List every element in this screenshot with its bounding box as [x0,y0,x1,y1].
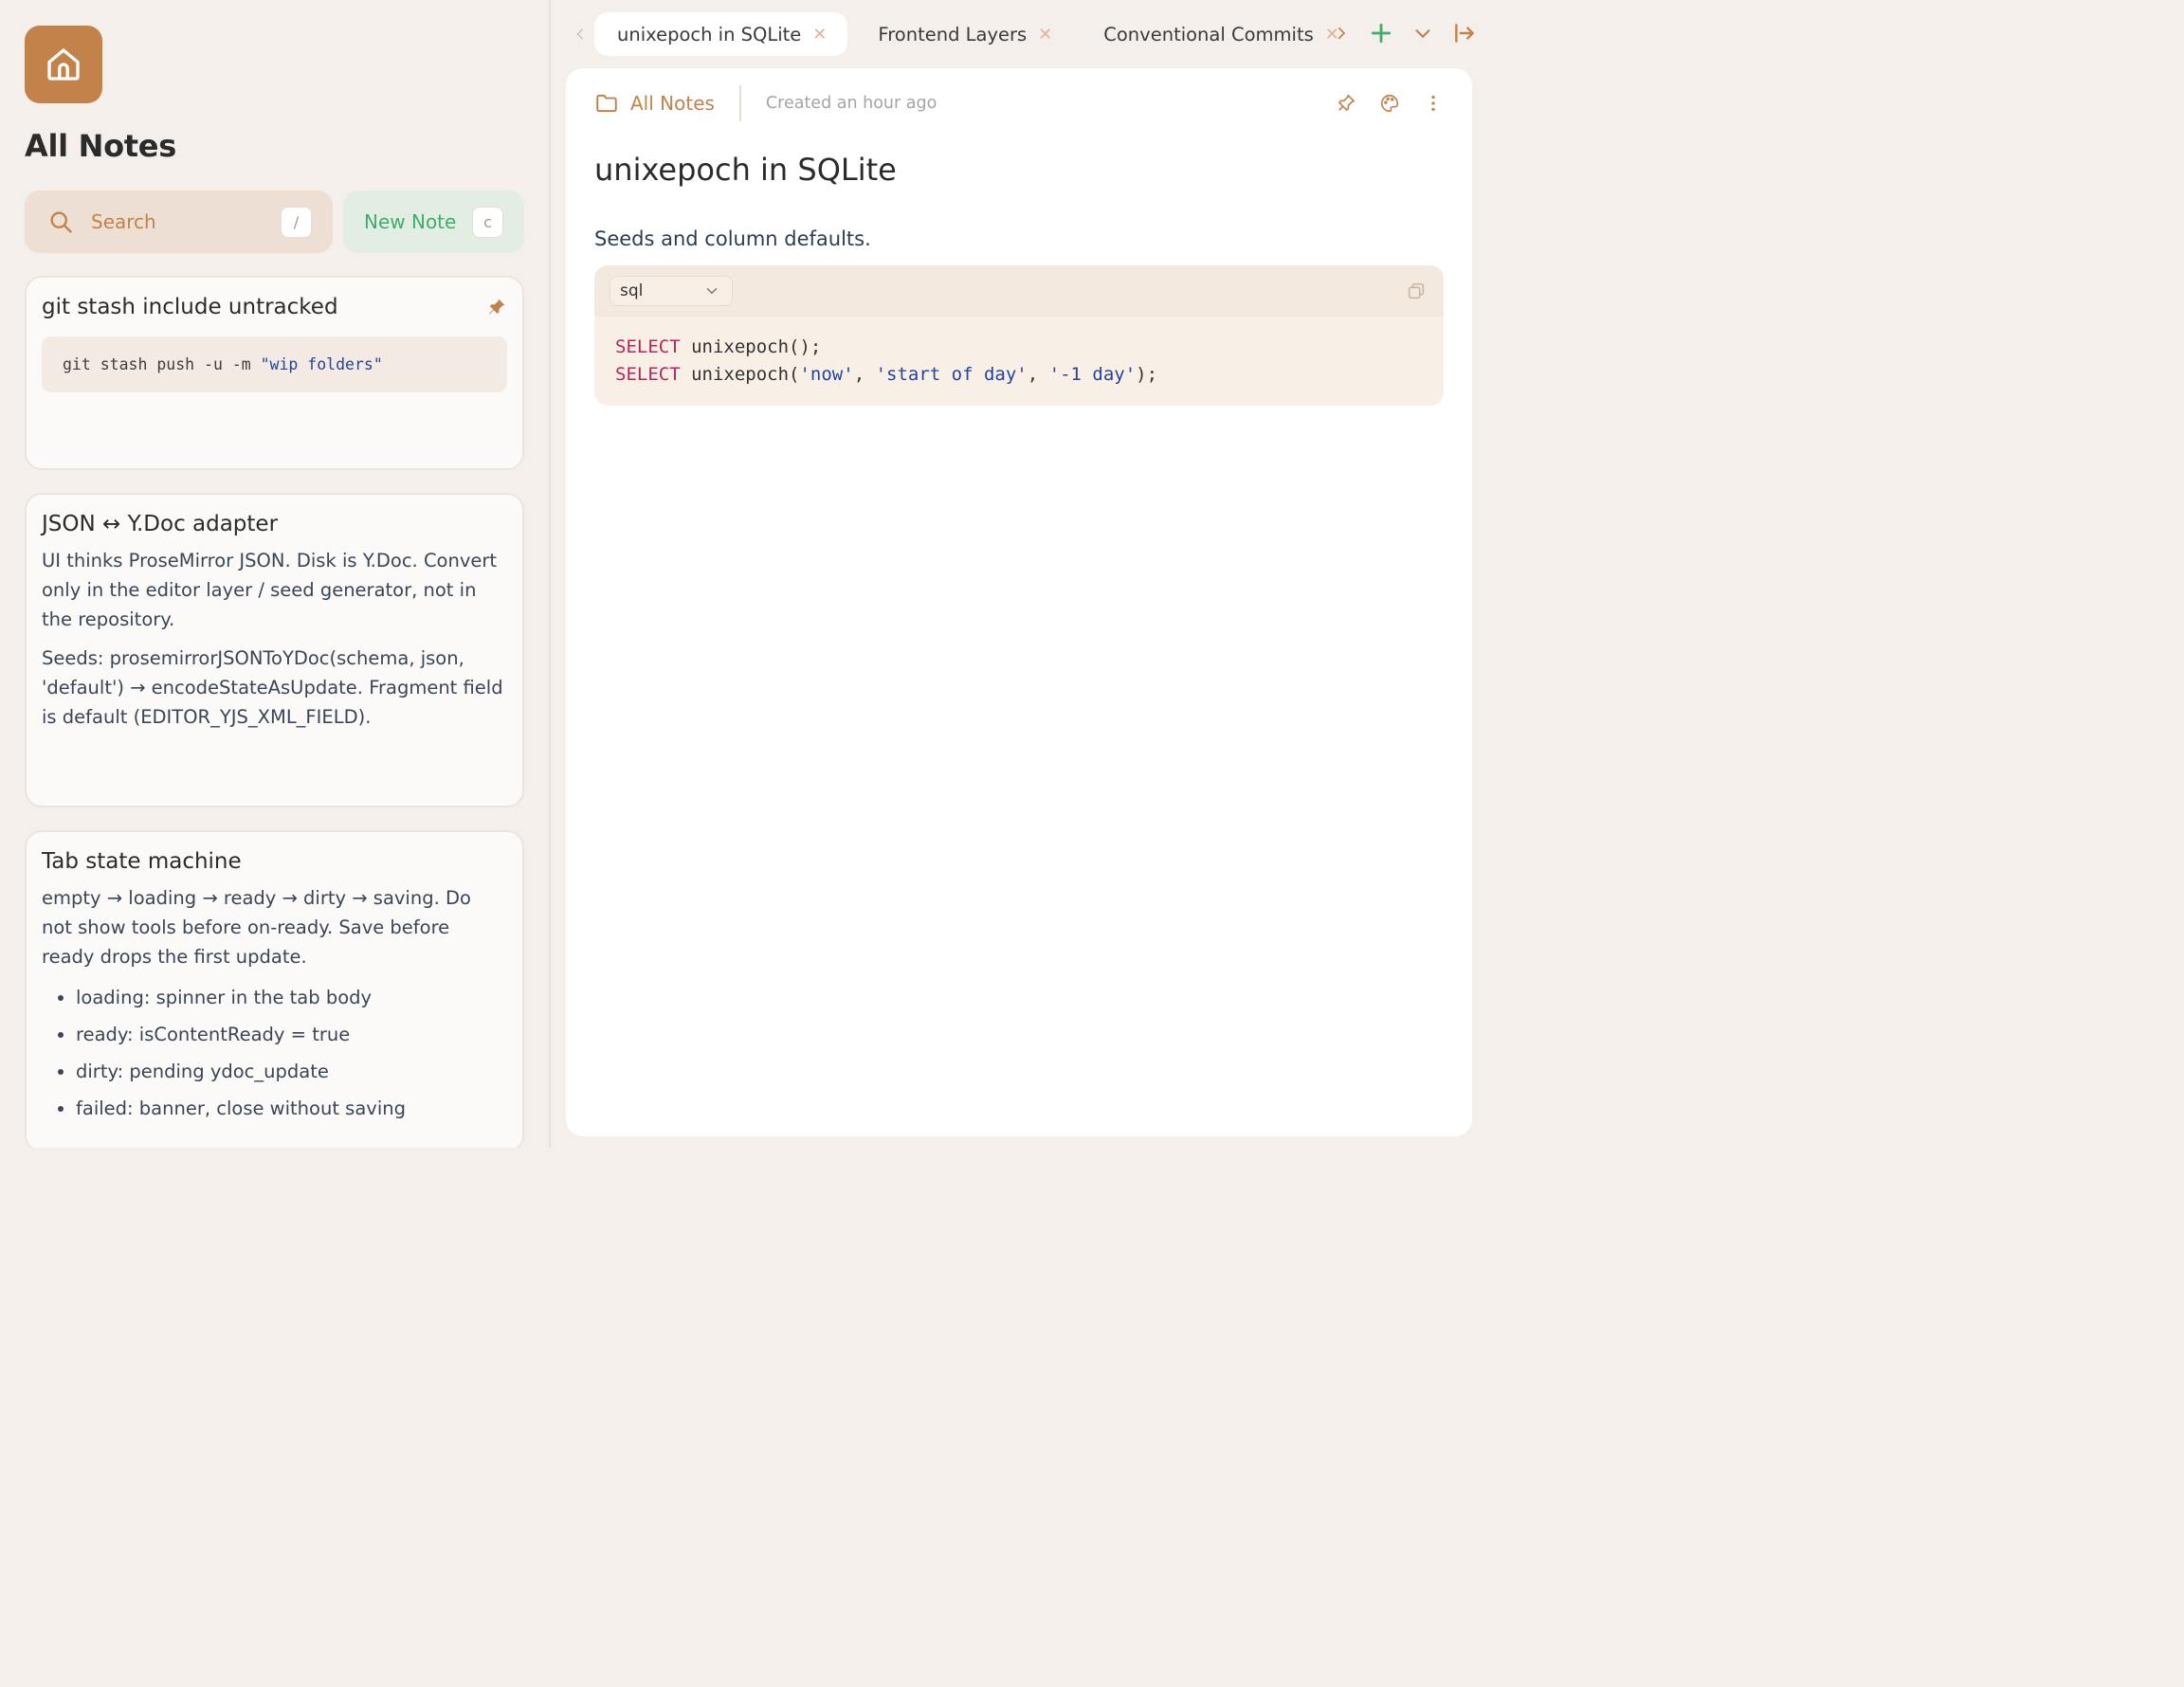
tab-label: unixepoch in SQLite [617,23,802,45]
code-block[interactable]: sql SELECT unixepoch(); SELECT unixepoch… [594,265,1444,406]
search-icon [50,211,72,233]
sidebar-title: All Notes [25,128,176,164]
main-area: unixepoch in SQLite ✕ Frontend Layers ✕ … [551,0,1486,1148]
note-title[interactable]: unixepoch in SQLite [594,152,1444,188]
home-icon [47,48,80,81]
note-tools [1336,93,1444,114]
new-note-button[interactable]: New Note c [343,190,524,253]
tab-close-icon[interactable]: ✕ [1038,25,1052,45]
chevron-down-icon[interactable] [1412,23,1433,44]
note-paragraph[interactable]: Seeds and column defaults. [594,227,1444,250]
pin-icon[interactable] [1336,93,1356,114]
sidebar: All Notes Search / New Note c git stash … [0,0,551,1148]
list-item: ready: isContentReady = true [76,1016,507,1053]
breadcrumb[interactable]: All Notes [594,91,715,116]
tab-label: Conventional Commits [1103,23,1314,45]
tab-frontend-layers[interactable]: Frontend Layers ✕ [855,12,1073,56]
list-item: dirty: pending ydoc_update [76,1053,507,1090]
note-card-text: empty → loading → ready → dirty → saving… [42,887,471,968]
note-card-text: UI thinks ProseMirror JSON. Disk is Y.Do… [42,550,498,630]
note-card-title: Tab state machine [42,849,242,874]
tab-unixepoch[interactable]: unixepoch in SQLite ✕ [594,12,848,56]
breadcrumb-label: All Notes [630,92,715,115]
tab-label: Frontend Layers [878,23,1028,45]
tab-close-icon[interactable]: ✕ [812,25,827,45]
more-vertical-icon[interactable] [1423,93,1444,114]
created-timestamp: Created an hour ago [765,94,937,113]
new-note-shortcut-badge: c [472,206,503,238]
copy-icon[interactable] [1406,281,1427,301]
note-card[interactable]: git stash include untracked git stash pu… [25,276,524,470]
language-select[interactable]: sql [610,276,733,306]
pin-filled-icon [489,299,505,315]
search-button[interactable]: Search / [25,190,333,253]
tab-conventional-commits[interactable]: Conventional Commits ✕ [1081,12,1360,56]
folder-icon [596,94,617,113]
code-block-header: sql [594,265,1444,317]
note-panel: All Notes Created an hour ago unixepoch … [566,68,1472,1136]
note-card[interactable]: JSON ↔ Y.Doc adapter UI thinks ProseMirr… [25,493,524,807]
note-card-code: git stash push -u -m "wip folders" [42,336,507,392]
note-card[interactable]: Tab state machine empty → loading → read… [25,830,524,1148]
note-card-title: git stash include untracked [42,295,338,319]
note-card-text: Seeds: prosemirrorJSONToYDoc(schema, jso… [42,647,503,728]
language-select-value: sql [620,281,644,300]
new-note-label: New Note [364,210,457,233]
palette-icon[interactable] [1379,93,1400,114]
tab-bar: unixepoch in SQLite ✕ Frontend Layers ✕ … [551,0,1486,68]
app-window: All Notes Search / New Note c git stash … [0,0,1486,1148]
chevron-right-icon[interactable] [1333,25,1350,42]
code-content[interactable]: SELECT unixepoch(); SELECT unixepoch('no… [594,317,1444,406]
search-label: Search [91,210,156,233]
list-item: loading: spinner in the tab body [76,979,507,1016]
list-item: failed: banner, close without saving [76,1090,507,1127]
tabs-scroll-left-button[interactable] [566,27,594,42]
tab-tools [1333,21,1477,45]
chevron-left-icon [576,28,583,40]
home-button[interactable] [25,26,102,103]
divider [738,85,741,121]
chevron-down-icon [706,288,718,295]
sidebar-actions: Search / New Note c [25,190,524,253]
search-shortcut-badge: / [281,206,312,238]
note-card-title: JSON ↔ Y.Doc adapter [42,512,279,536]
note-card-list: loading: spinner in the tab body ready: … [42,979,507,1127]
plus-icon[interactable] [1369,21,1393,45]
collapse-panel-icon[interactable] [1452,21,1477,45]
